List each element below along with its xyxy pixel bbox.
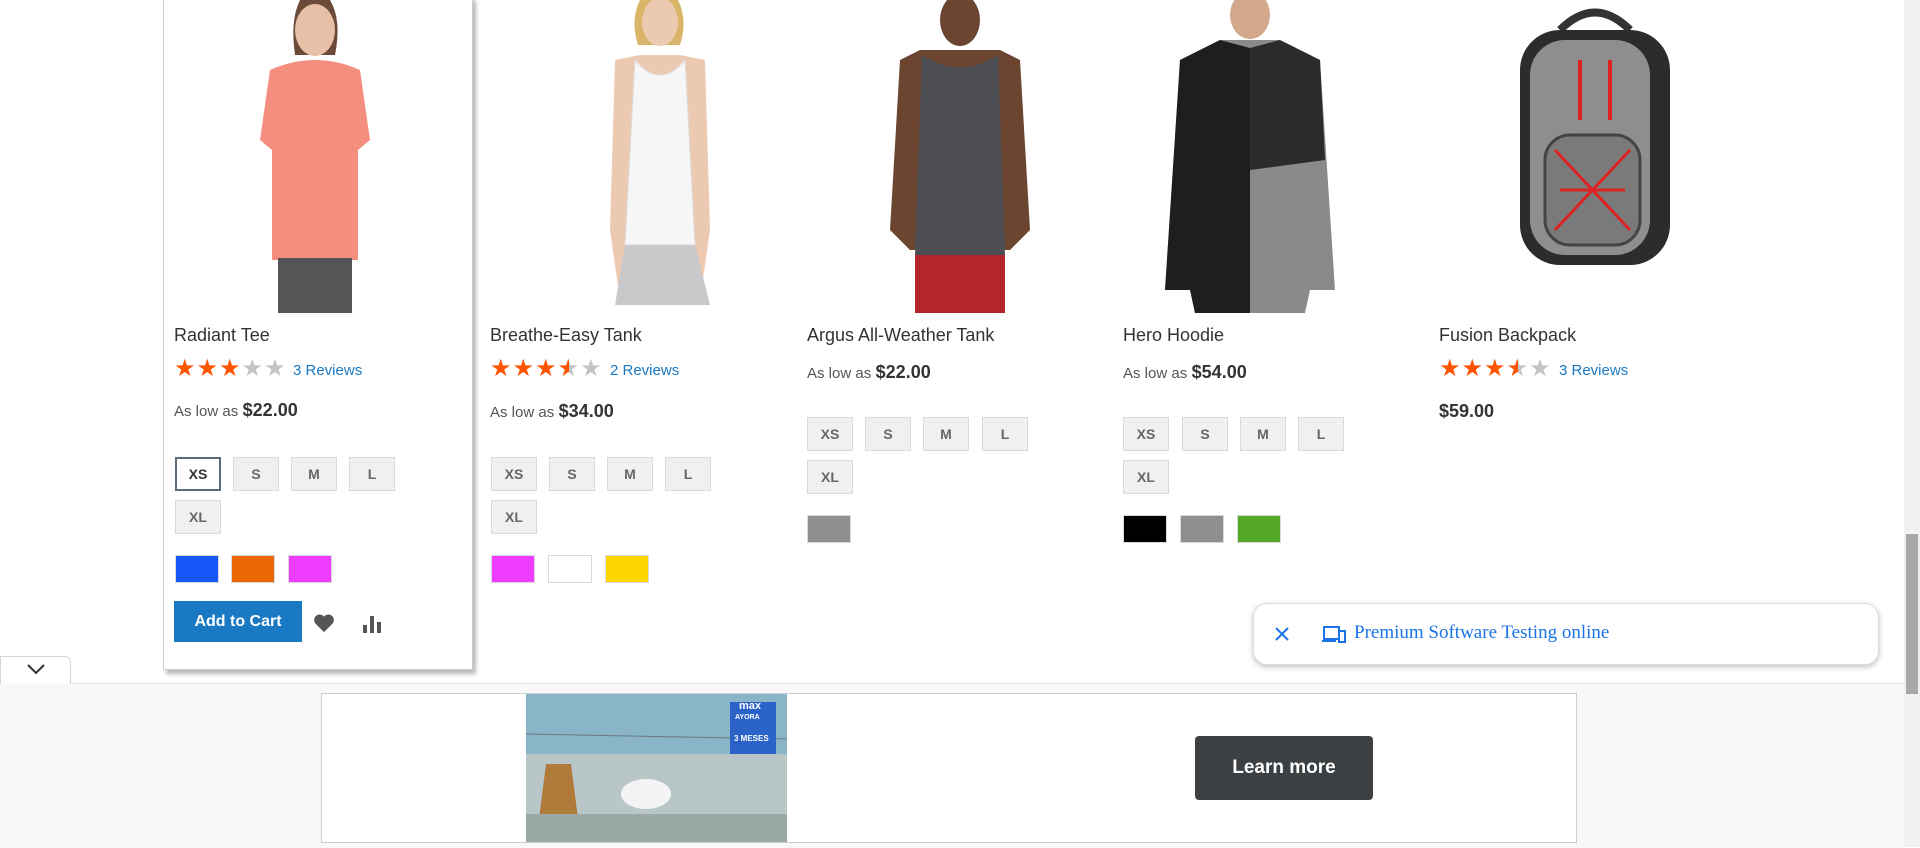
star-icon: ★ — [174, 355, 197, 382]
color-swatch-gray[interactable] — [1180, 515, 1224, 543]
ad-thumbnail[interactable]: max AYORA 3 MESES — [526, 694, 787, 842]
size-option-m[interactable]: M — [1240, 417, 1286, 451]
product-image-argus-tank[interactable] — [860, 0, 1060, 313]
product-name[interactable]: Fusion Backpack — [1439, 325, 1576, 346]
price-box: $59.00 — [1439, 401, 1494, 422]
star-icon: ★ — [1461, 355, 1485, 382]
price-box: As low as $22.00 — [807, 362, 931, 383]
color-swatch-gray[interactable] — [807, 515, 851, 543]
price: $22.00 — [875, 362, 931, 382]
size-option-s[interactable]: S — [865, 417, 911, 451]
star-half-icon: ★ — [557, 355, 581, 382]
color-swatch-yellow[interactable] — [605, 555, 649, 583]
color-swatch-white[interactable] — [548, 555, 592, 583]
product-image-radiant-tee[interactable] — [230, 0, 400, 313]
size-option-m[interactable]: M — [291, 457, 337, 491]
star-icon: ★ — [264, 355, 287, 382]
product-name[interactable]: Argus All-Weather Tank — [807, 325, 994, 346]
ad-thumb-caption-1: AYORA — [735, 714, 760, 721]
star-icon: ★ — [1484, 355, 1507, 382]
star-icon: ★ — [580, 355, 603, 382]
rating-stars: ★ ★ ★ ★ ★ — [490, 357, 603, 381]
size-option-xs[interactable]: XS — [1123, 417, 1169, 451]
price: $59.00 — [1439, 401, 1495, 421]
ad-thumb-caption-2: 3 MESES — [734, 734, 769, 743]
ad-thumb-brand: max — [739, 700, 762, 712]
star-icon: ★ — [535, 355, 558, 382]
size-option-l[interactable]: L — [665, 457, 711, 491]
scrollbar-thumb[interactable] — [1906, 534, 1918, 694]
heart-icon[interactable] — [310, 609, 338, 637]
color-swatch-blue[interactable] — [175, 555, 219, 583]
size-option-s[interactable]: S — [1182, 417, 1228, 451]
reviews-link[interactable]: 3 Reviews — [293, 362, 362, 379]
product-name[interactable]: Hero Hoodie — [1123, 325, 1224, 346]
star-icon: ★ — [196, 355, 220, 382]
color-swatch-purple[interactable] — [491, 555, 535, 583]
color-swatch-green[interactable] — [1237, 515, 1281, 543]
size-option-xs[interactable]: XS — [174, 456, 222, 492]
star-icon: ★ — [1529, 355, 1552, 382]
product-name[interactable]: Breathe-Easy Tank — [490, 325, 642, 346]
price: $22.00 — [242, 400, 298, 420]
price-box: As low as $34.00 — [490, 401, 614, 422]
price-label: As low as — [490, 404, 555, 421]
size-option-l[interactable]: L — [349, 457, 395, 491]
rating-stars: ★ ★ ★ ★ ★ — [1439, 357, 1552, 381]
size-option-xs[interactable]: XS — [491, 457, 537, 491]
star-half-icon: ★ — [1506, 355, 1530, 382]
star-icon: ★ — [512, 355, 536, 382]
size-option-m[interactable]: M — [923, 417, 969, 451]
chevron-down-icon — [26, 662, 46, 680]
ad-banner[interactable] — [321, 693, 1577, 843]
scrollbar-track[interactable] — [1904, 0, 1920, 847]
color-swatch-orange[interactable] — [231, 555, 275, 583]
reviews-link[interactable]: 3 Reviews — [1559, 362, 1628, 379]
product-name[interactable]: Radiant Tee — [174, 325, 270, 346]
product-image-fusion-backpack[interactable] — [1500, 0, 1690, 313]
size-option-xs[interactable]: XS — [807, 417, 853, 451]
star-icon: ★ — [219, 355, 242, 382]
price: $34.00 — [558, 401, 614, 421]
star-icon: ★ — [1439, 355, 1462, 382]
price-label: As low as — [1123, 365, 1188, 382]
size-option-s[interactable]: S — [233, 457, 279, 491]
devices-icon — [1322, 624, 1346, 646]
price-label: As low as — [807, 365, 872, 382]
reviews-link[interactable]: 2 Reviews — [610, 362, 679, 379]
rating-stars: ★ ★ ★ ★ ★ — [174, 357, 287, 381]
price-label: As low as — [174, 403, 239, 420]
product-image-hero-hoodie[interactable] — [1140, 0, 1360, 313]
size-option-s[interactable]: S — [549, 457, 595, 491]
size-option-l[interactable]: L — [1298, 417, 1344, 451]
suggestion-text[interactable]: Premium Software Testing online — [1354, 622, 1609, 644]
add-to-cart-button[interactable]: Add to Cart — [174, 601, 302, 642]
size-option-m[interactable]: M — [607, 457, 653, 491]
size-option-xl[interactable]: XL — [175, 500, 221, 534]
learn-more-button[interactable]: Learn more — [1195, 736, 1373, 800]
color-swatch-purple[interactable] — [288, 555, 332, 583]
product-image-breathe-easy-tank[interactable] — [560, 0, 760, 313]
price-box: As low as $54.00 — [1123, 362, 1247, 383]
size-option-xl[interactable]: XL — [1123, 460, 1169, 494]
bar-chart-icon[interactable] — [358, 609, 386, 637]
star-icon: ★ — [241, 355, 265, 382]
close-icon[interactable] — [1270, 622, 1294, 646]
color-swatch-black[interactable] — [1123, 515, 1167, 543]
size-option-xl[interactable]: XL — [491, 500, 537, 534]
price: $54.00 — [1191, 362, 1247, 382]
size-option-xl[interactable]: XL — [807, 460, 853, 494]
size-option-l[interactable]: L — [982, 417, 1028, 451]
star-icon: ★ — [490, 355, 513, 382]
ad-collapse-tab[interactable] — [0, 656, 71, 684]
price-box: As low as $22.00 — [174, 400, 298, 421]
